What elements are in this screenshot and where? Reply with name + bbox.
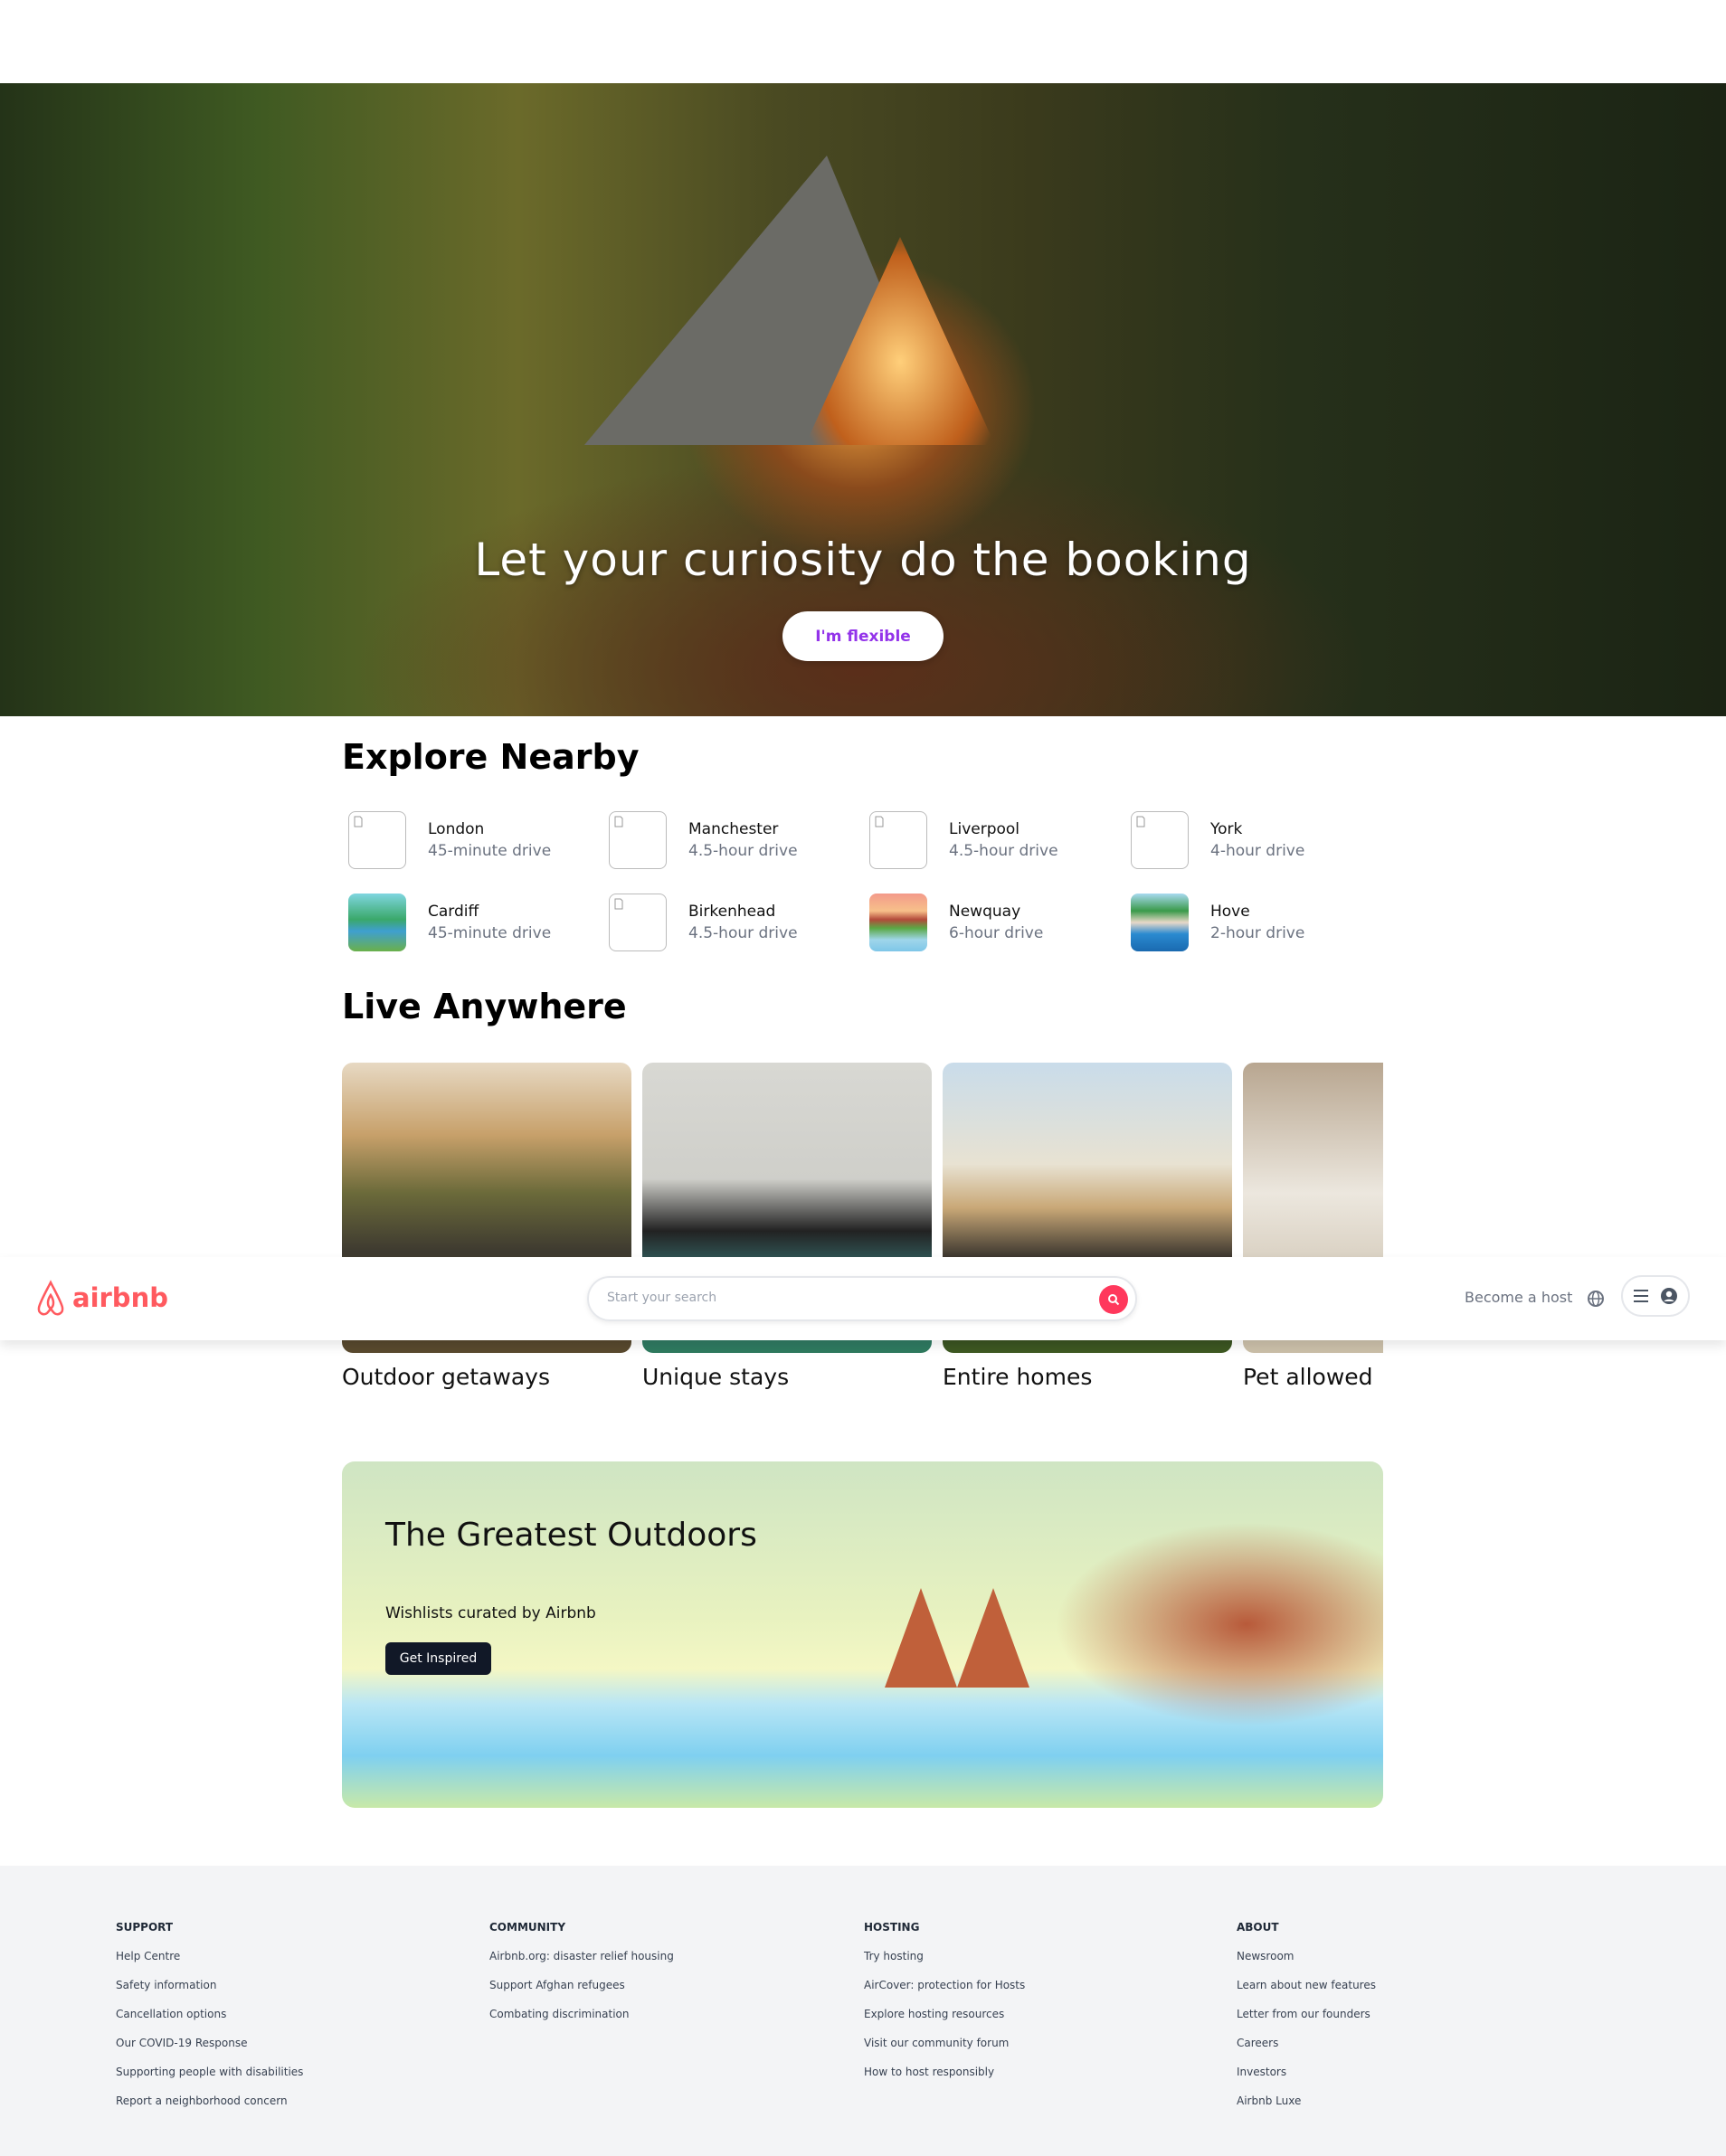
footer-column: ABOUT Newsroom Learn about new features Let… [1237,1920,1376,2123]
footer-link[interactable]: Report a neighborhood concern [116,2094,303,2123]
live-anywhere-heading: Live Anywhere [342,987,627,1026]
city-thumbnail [348,894,406,951]
nearby-item[interactable]: Hove 2-hour drive [1131,894,1384,951]
footer-heading: HOSTING [864,1921,920,1934]
footer-link[interactable]: Investors [1237,2065,1376,2094]
footer-link[interactable]: How to host responsibly [864,2065,1025,2094]
footer-link[interactable]: Combating discrimination [489,2007,674,2036]
city-name: Cardiff [428,903,479,921]
footer-link[interactable]: Supporting people with disabilities [116,2065,303,2094]
hero-title: Let your curiosity do the booking [474,534,1252,586]
drive-distance: 4.5-hour drive [688,924,798,942]
nearby-item[interactable]: Liverpool 4.5-hour drive [869,811,1123,869]
footer-link[interactable]: Newsroom [1237,1949,1376,1978]
drive-distance: 6-hour drive [949,924,1044,942]
nearby-item[interactable]: York 4-hour drive [1131,811,1384,869]
footer-link[interactable]: Careers [1237,2036,1376,2065]
footer-column: COMMUNITY Airbnb.org: disaster relief hou… [489,1920,674,2036]
become-host-link[interactable]: Become a host [1465,1289,1572,1306]
nearby-item[interactable]: Birkenhead 4.5-hour drive [609,894,862,951]
search-button[interactable] [1099,1285,1128,1314]
footer-link[interactable]: Help Centre [116,1949,303,1978]
drive-distance: 2-hour drive [1210,924,1305,942]
footer-link[interactable]: Our COVID-19 Response [116,2036,303,2065]
footer-link[interactable]: AirCover: protection for Hosts [864,1978,1025,2007]
flexible-button[interactable]: I'm flexible [782,611,944,661]
footer-link[interactable]: Letter from our founders [1237,2007,1376,2036]
footer: SUPPORT Help Centre Safety information Canc… [0,1866,1726,2156]
banner-title: The Greatest Outdoors [385,1517,757,1554]
city-name: Manchester [688,820,779,838]
city-name: Liverpool [949,820,1020,838]
airbnb-logo[interactable]: airbnb [34,1279,168,1317]
greatest-outdoors-banner: The Greatest Outdoors Wishlists curated … [342,1461,1383,1808]
footer-link[interactable]: Explore hosting resources [864,2007,1025,2036]
drive-distance: 45-minute drive [428,924,552,942]
broken-image-icon [348,811,406,869]
nearby-item[interactable]: Manchester 4.5-hour drive [609,811,862,869]
footer-column: HOSTING Try hosting AirCover: protection f… [864,1920,1025,2094]
drive-distance: 45-minute drive [428,842,552,860]
footer-link[interactable]: Airbnb.org: disaster relief housing [489,1949,674,1978]
city-name: Newquay [949,903,1021,921]
footer-link[interactable]: Safety information [116,1978,303,2007]
user-menu-button[interactable] [1621,1275,1690,1317]
logo-text: airbnb [72,1282,168,1313]
get-inspired-button[interactable]: Get Inspired [385,1642,491,1675]
footer-heading: ABOUT [1237,1921,1279,1934]
city-name: Hove [1210,903,1250,921]
cabins-illustration [885,1588,1029,1688]
explore-nearby-heading: Explore Nearby [342,737,640,777]
city-thumbnail [1131,894,1189,951]
footer-heading: COMMUNITY [489,1921,566,1934]
broken-image-icon [609,811,667,869]
drive-distance: 4.5-hour drive [688,842,798,860]
search-input[interactable]: Start your search [607,1291,716,1305]
broken-image-icon [1131,811,1189,869]
card-label[interactable]: Pet allowed [1243,1364,1373,1390]
drive-distance: 4.5-hour drive [949,842,1058,860]
card-label[interactable]: Outdoor getaways [342,1364,550,1390]
city-name: London [428,820,485,838]
search-icon [1108,1294,1120,1306]
footer-column: SUPPORT Help Centre Safety information Canc… [116,1920,303,2123]
city-thumbnail [869,894,927,951]
search-bar[interactable]: Start your search [587,1276,1137,1321]
menu-icon [1634,1290,1648,1302]
footer-link[interactable]: Try hosting [864,1949,1025,1978]
city-name: Birkenhead [688,903,776,921]
broken-image-icon [609,894,667,951]
drive-distance: 4-hour drive [1210,842,1305,860]
city-name: York [1210,820,1243,838]
broken-image-icon [869,811,927,869]
nearby-item[interactable]: London 45-minute drive [348,811,602,869]
footer-link[interactable]: Visit our community forum [864,2036,1025,2065]
footer-link[interactable]: Learn about new features [1237,1978,1376,2007]
globe-icon[interactable] [1587,1290,1605,1308]
footer-link[interactable]: Airbnb Luxe [1237,2094,1376,2123]
user-avatar-icon [1661,1288,1677,1304]
card-label[interactable]: Unique stays [642,1364,789,1390]
footer-heading: SUPPORT [116,1921,174,1934]
banner-subtitle: Wishlists curated by Airbnb [385,1604,596,1622]
nearby-item[interactable]: Newquay 6-hour drive [869,894,1123,951]
nearby-item[interactable]: Cardiff 45-minute drive [348,894,602,951]
card-label[interactable]: Entire homes [943,1364,1092,1390]
footer-link[interactable]: Cancellation options [116,2007,303,2036]
footer-link[interactable]: Support Afghan refugees [489,1978,674,2007]
sticky-header: airbnb Start your search Become a host [0,1257,1726,1340]
airbnb-belo-icon [37,1280,64,1316]
